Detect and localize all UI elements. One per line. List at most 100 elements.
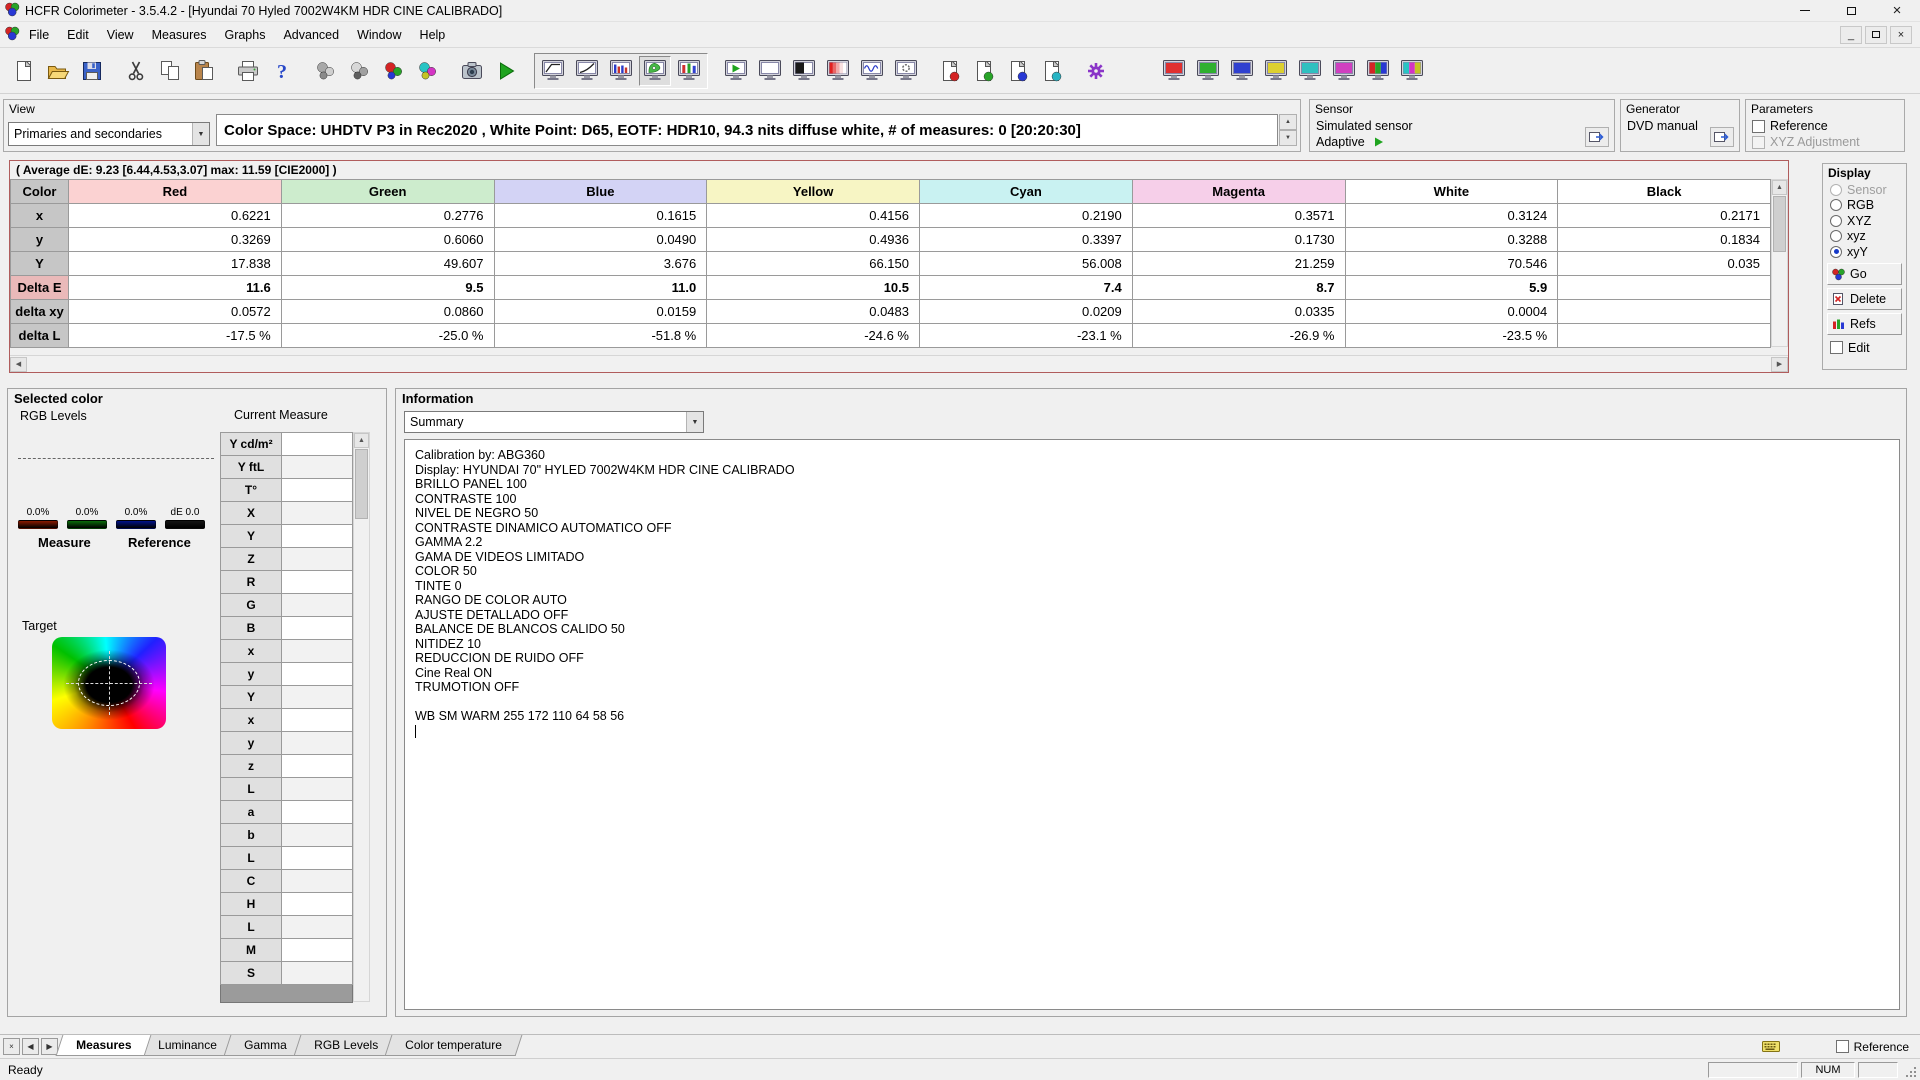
menu-view[interactable]: View (98, 24, 143, 46)
capture-icon[interactable] (456, 56, 488, 86)
display-mode-xyz[interactable]: XYZ (1823, 213, 1906, 229)
scrollbar-thumb[interactable] (355, 449, 368, 519)
display-mode-sensor[interactable]: Sensor (1823, 182, 1906, 198)
reference-parameter-checkbox[interactable]: Reference (1746, 118, 1904, 134)
scroll-up-icon[interactable]: ▲ (354, 433, 369, 448)
view-temperature-icon[interactable] (605, 56, 637, 86)
spin-up-icon[interactable]: ▲ (1279, 114, 1297, 130)
measure-row-value (282, 893, 353, 916)
tab-close-button[interactable]: × (3, 1038, 20, 1055)
spin-down-icon[interactable]: ▼ (1279, 130, 1297, 146)
sat-magenta-icon[interactable] (1328, 56, 1360, 86)
tab-luminance[interactable]: Luminance (137, 1035, 238, 1056)
tab-rgb-levels[interactable]: RGB Levels (293, 1035, 399, 1056)
mdi-minimize-button[interactable]: _ (1840, 25, 1862, 44)
display-mode-rgb[interactable]: RGB (1823, 198, 1906, 214)
scroll-right-icon[interactable]: ▶ (1771, 356, 1788, 372)
tab-measures[interactable]: Measures (55, 1035, 152, 1056)
sat-yellow-icon[interactable] (1260, 56, 1292, 86)
menu-file[interactable]: File (20, 24, 58, 46)
measure-row-label: X (220, 502, 282, 525)
menu-edit[interactable]: Edit (58, 24, 98, 46)
measures-table: Color Red Green Blue Yellow Cyan Magenta White B… (10, 179, 1771, 348)
primaries-measure-icon[interactable] (378, 56, 410, 86)
chart-red-icon[interactable] (934, 56, 966, 86)
sat-cyan-icon[interactable] (1294, 56, 1326, 86)
sat-blue-icon[interactable] (1226, 56, 1258, 86)
reference-checkbox[interactable]: Reference (1835, 1040, 1909, 1054)
info-spinner[interactable]: ▲ ▼ (1279, 114, 1297, 146)
cut-icon[interactable] (120, 56, 152, 86)
secondaries-measure-icon[interactable] (412, 56, 444, 86)
run-measures-icon[interactable] (490, 56, 522, 86)
minimize-button[interactable] (1782, 0, 1828, 21)
resize-grip[interactable] (1901, 1060, 1919, 1080)
view-cie-icon[interactable] (639, 55, 671, 86)
display-mode-xyz[interactable]: xyz (1823, 229, 1906, 245)
meas-continuous-icon[interactable] (720, 56, 752, 86)
view-luminance-icon[interactable] (537, 56, 569, 86)
menu-advanced[interactable]: Advanced (274, 24, 348, 46)
sensor-configure-button[interactable] (1585, 127, 1609, 147)
scroll-up-icon[interactable]: ▲ (1772, 180, 1787, 195)
display-mode-xyy[interactable]: xyY (1823, 244, 1906, 260)
table-row: delta L -17.5 % -25.0 % -51.8 % -24.6 % -23.1… (10, 323, 1771, 348)
measure-row: X (220, 502, 353, 525)
menu-window[interactable]: Window (348, 24, 410, 46)
copy-icon[interactable] (154, 56, 186, 86)
generator-configure-button[interactable] (1710, 127, 1734, 147)
new-file-icon[interactable] (8, 56, 40, 86)
keyboard-icon[interactable] (1761, 1040, 1780, 1053)
help-icon[interactable]: ? (266, 56, 298, 86)
maximize-button[interactable] (1828, 0, 1874, 21)
summary-select[interactable]: Summary ▼ (404, 411, 704, 433)
sensor-play-icon[interactable] (1373, 136, 1385, 148)
table-vertical-scrollbar[interactable]: ▲ (1771, 179, 1788, 347)
view-mode-select[interactable]: Primaries and secondaries ▼ (8, 122, 210, 146)
maximize-icon (1846, 6, 1856, 15)
close-button[interactable]: × (1874, 0, 1920, 21)
meas-wave-icon[interactable] (856, 56, 888, 86)
paste-icon[interactable] (188, 56, 220, 86)
refs-icon (1831, 317, 1846, 331)
scrollbar-thumb[interactable] (1773, 196, 1786, 252)
tab-scroll-left-button[interactable]: ◀ (22, 1038, 39, 1055)
menu-graphs[interactable]: Graphs (215, 24, 274, 46)
meas-saturation-icon[interactable] (822, 56, 854, 86)
edit-checkbox[interactable]: Edit (1830, 341, 1906, 355)
sat-green-icon[interactable] (1192, 56, 1224, 86)
tab-color-temperature[interactable]: Color temperature (384, 1035, 522, 1056)
table-horizontal-scrollbar[interactable]: ◀ ▶ (10, 355, 1788, 372)
menu-measures[interactable]: Measures (143, 24, 216, 46)
delete-button[interactable]: Delete (1827, 287, 1902, 310)
mdi-restore-button[interactable] (1865, 25, 1887, 44)
meas-contrast-icon[interactable] (788, 56, 820, 86)
open-file-icon[interactable] (42, 56, 74, 86)
xyz-adjustment-checkbox[interactable]: XYZ Adjustment (1746, 134, 1904, 150)
settings-icon[interactable] (1080, 56, 1112, 86)
mdi-close-button[interactable]: × (1890, 25, 1912, 44)
go-button[interactable]: Go (1827, 262, 1902, 285)
information-text-area[interactable]: Calibration by: ABG360 Display: HYUNDAI 7… (404, 439, 1900, 1010)
measure-row: a (220, 801, 353, 824)
measure-table-scrollbar[interactable]: ▲ (353, 432, 370, 1002)
view-rgb-levels-icon[interactable] (673, 56, 705, 86)
grayscale-measure-icon[interactable] (344, 56, 376, 86)
view-gamma-icon[interactable] (571, 56, 603, 86)
chart-green-icon[interactable] (968, 56, 1000, 86)
measure-cell: -23.5 % (1344, 323, 1559, 348)
sat-red-icon[interactable] (1158, 56, 1190, 86)
meas-free-icon[interactable] (754, 56, 786, 86)
sat-primaries-icon[interactable] (1362, 56, 1394, 86)
refs-button[interactable]: Refs (1827, 312, 1902, 335)
menu-help[interactable]: Help (411, 24, 455, 46)
free-measure-icon[interactable] (310, 56, 342, 86)
chart-cyan-icon[interactable] (1036, 56, 1068, 86)
print-icon[interactable] (232, 56, 264, 86)
meas-config-icon[interactable] (890, 56, 922, 86)
chart-blue-icon[interactable] (1002, 56, 1034, 86)
save-file-icon[interactable] (76, 56, 108, 86)
measure-cell: 0.1730 (1131, 227, 1346, 252)
sat-secondaries-icon[interactable] (1396, 56, 1428, 86)
scroll-left-icon[interactable]: ◀ (10, 356, 27, 372)
